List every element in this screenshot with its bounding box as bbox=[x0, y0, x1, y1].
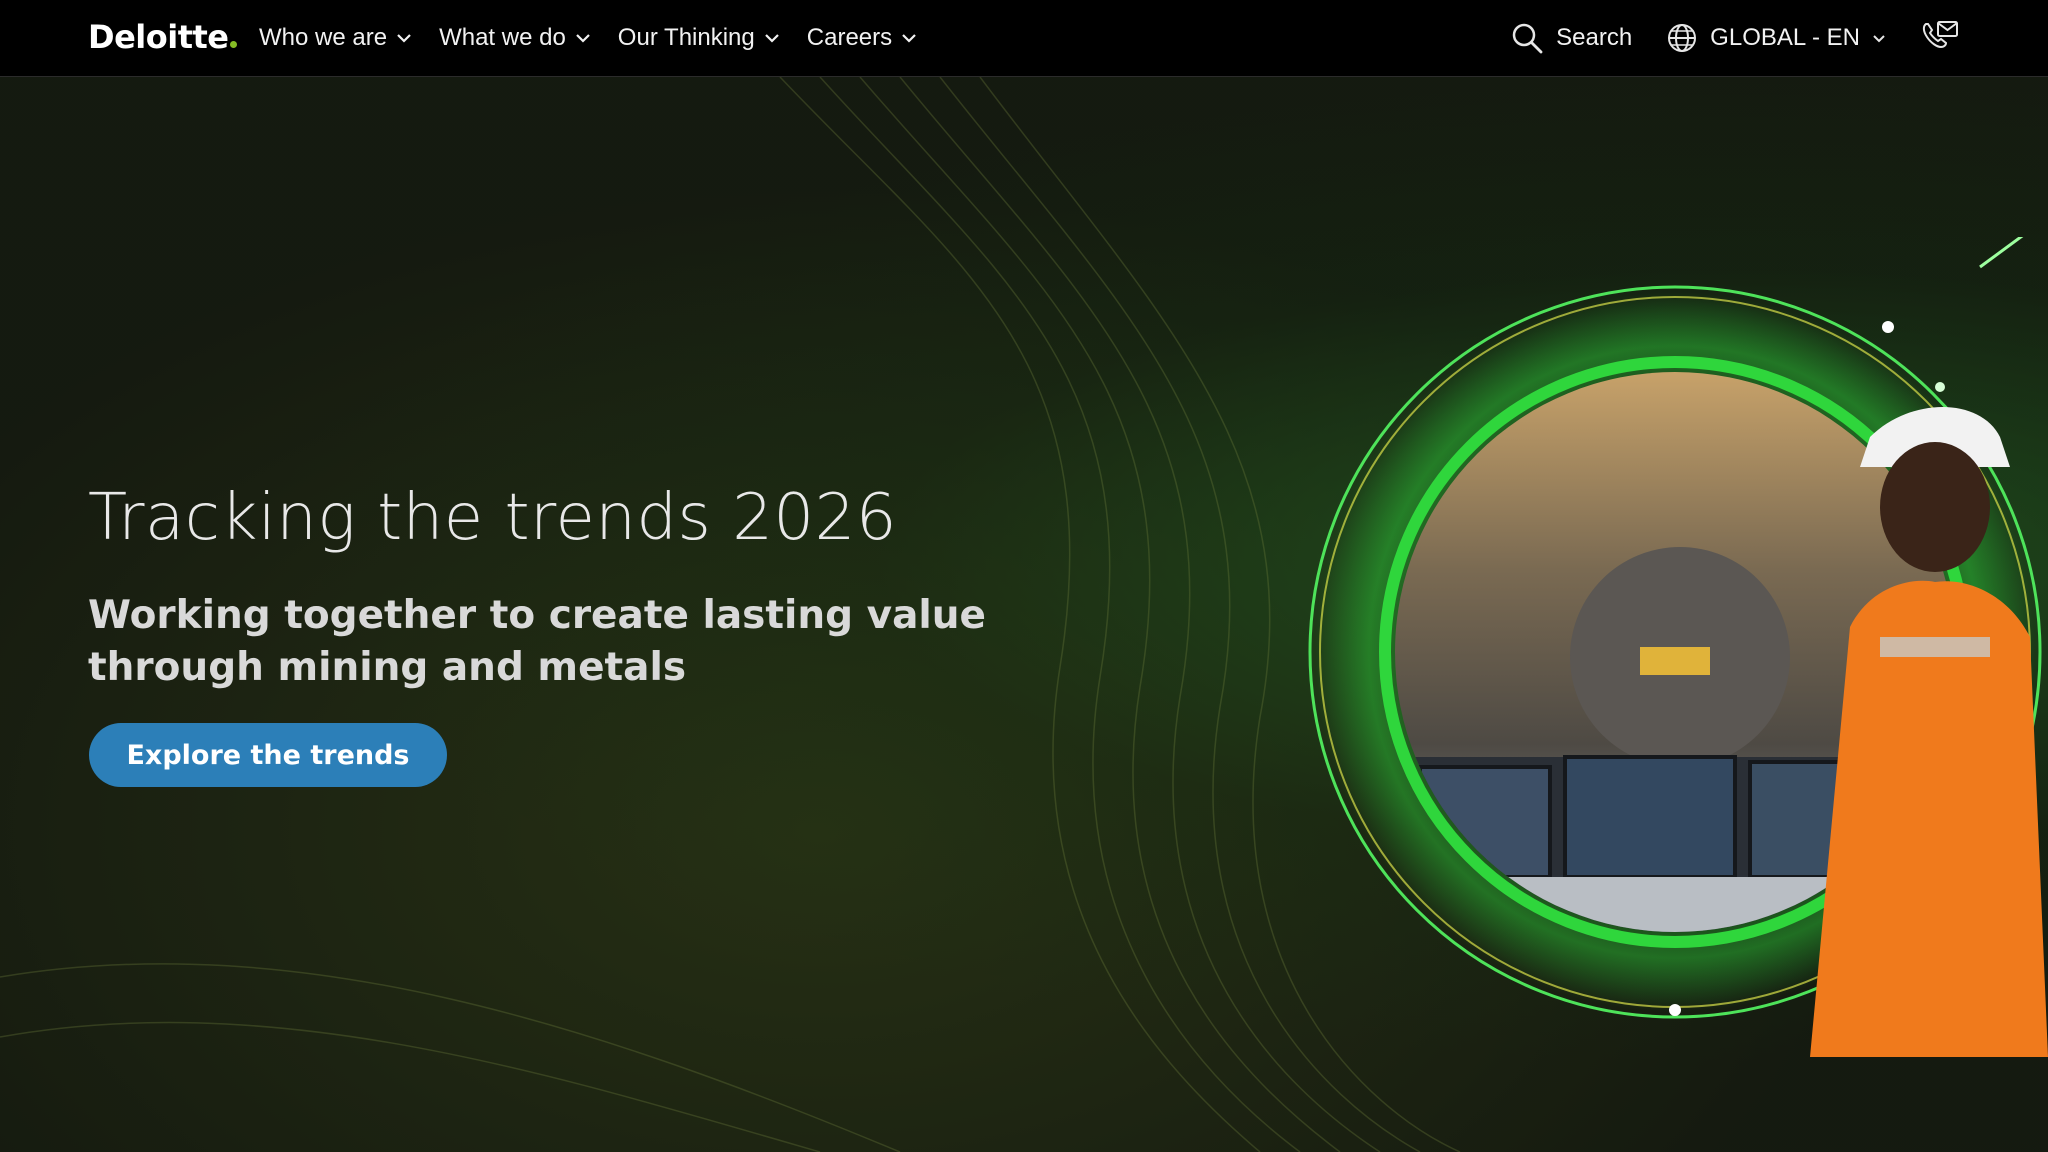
nav-item-who-we-are[interactable]: Who we are bbox=[259, 24, 411, 52]
main-menu: Who we are What we do Our Thinking Caree… bbox=[259, 0, 916, 76]
nav-item-label: Careers bbox=[806, 24, 893, 51]
top-navigation-bar: Deloitte Who we are What we do Our Think… bbox=[0, 0, 2048, 77]
hero-subtitle: Working together to create lasting value… bbox=[88, 593, 986, 690]
locale-label: GLOBAL - EN bbox=[1710, 24, 1860, 51]
chevron-down-icon bbox=[397, 34, 411, 43]
nav-item-label: Who we are bbox=[259, 24, 388, 51]
nav-item-label: Our Thinking bbox=[617, 24, 755, 51]
search-button[interactable]: Search bbox=[1510, 21, 1632, 55]
globe-icon bbox=[1668, 24, 1697, 52]
contact-icon bbox=[1922, 20, 1958, 48]
chevron-down-icon bbox=[764, 34, 779, 43]
nav-item-our-thinking[interactable]: Our Thinking bbox=[618, 24, 779, 52]
hero-illustration bbox=[1308, 237, 2048, 1057]
chevron-down-icon bbox=[1873, 35, 1885, 43]
nav-item-careers[interactable]: Careers bbox=[807, 24, 916, 52]
contact-button[interactable] bbox=[1920, 18, 1960, 59]
deloitte-logo[interactable]: Deloitte bbox=[88, 18, 238, 56]
logo-dot bbox=[230, 41, 238, 48]
hero-banner: Tracking the trends 2026 Working togethe… bbox=[0, 77, 2048, 1152]
chevron-down-icon bbox=[902, 34, 916, 43]
search-icon bbox=[1512, 23, 1543, 54]
hero-title: Tracking the trends 2026 bbox=[88, 481, 898, 555]
explore-trends-button[interactable]: Explore the trends bbox=[89, 723, 447, 787]
logo-text: Deloitte bbox=[88, 18, 229, 56]
nav-item-label: What we do bbox=[439, 24, 566, 51]
search-label: Search bbox=[1556, 24, 1633, 51]
utility-links: Search GLOBAL - EN bbox=[1510, 0, 1960, 76]
chevron-down-icon bbox=[576, 34, 590, 43]
nav-item-what-we-do[interactable]: What we do bbox=[439, 24, 590, 52]
locale-selector[interactable]: GLOBAL - EN bbox=[1666, 22, 1886, 54]
